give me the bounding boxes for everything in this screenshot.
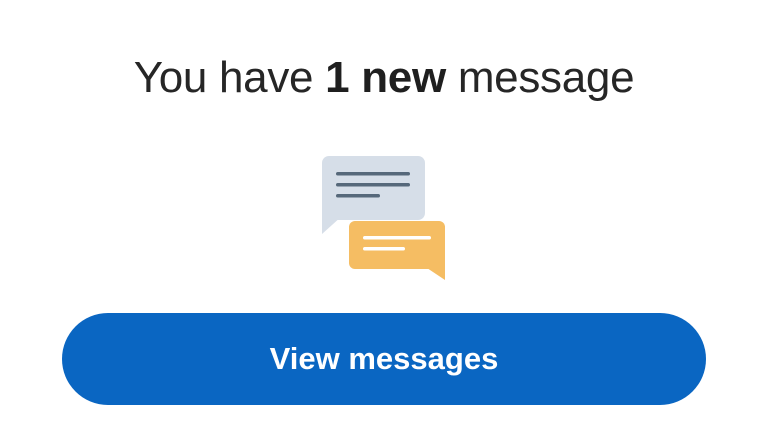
title-prefix: You have bbox=[133, 53, 326, 102]
chat-bubbles-icon bbox=[322, 156, 445, 280]
title-suffix: message bbox=[445, 53, 635, 102]
view-messages-label: View messages bbox=[269, 341, 499, 376]
view-messages-button[interactable]: View messages bbox=[62, 313, 706, 405]
new-message-count: 1 new bbox=[325, 53, 446, 102]
new-message-card: You have 1 new message View messages bbox=[0, 0, 768, 438]
front-bubble-icon bbox=[349, 221, 445, 280]
page-title: You have 1 new message bbox=[0, 48, 768, 108]
